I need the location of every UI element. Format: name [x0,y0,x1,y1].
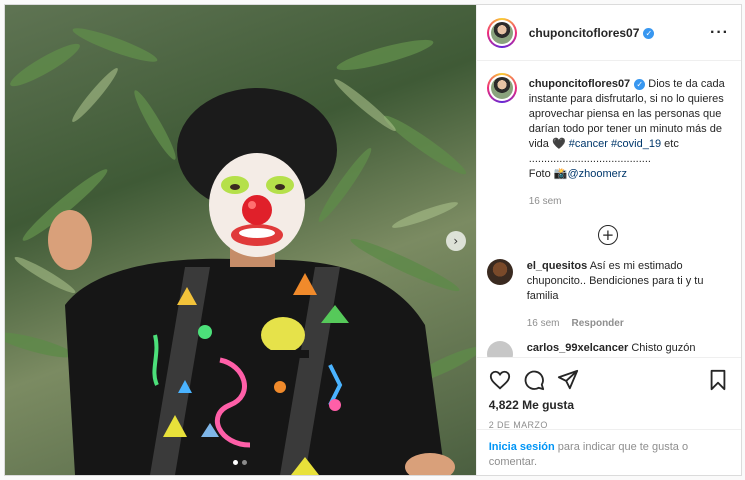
verified-icon: ✓ [634,78,646,90]
caption-avatar[interactable] [486,73,517,103]
like-count[interactable]: 4,822 Me gusta [489,398,729,412]
comment-body: carlos_99xelcancer Chisto guzón [527,341,696,357]
carousel-dot-2 [242,460,248,465]
author-avatar[interactable] [486,17,517,48]
action-icons [489,368,729,392]
clown-photo [5,28,476,475]
post-actions: 4,822 Me gusta 2 DE MARZO [476,357,741,430]
post-image[interactable]: › [5,5,476,475]
more-options-icon[interactable]: ··· [710,24,729,42]
reply-button[interactable]: Responder [572,318,624,329]
hashtag-covid[interactable]: #covid_19 [611,138,661,150]
comment-item: el_quesitos Así es mi estimado chuponcit… [486,259,729,331]
photo-credit-label: Foto 📸 [528,168,568,180]
shirt [65,258,445,475]
caption: chuponcitoflores07 ✓ Dios te da cada inst… [486,73,729,209]
commenter-username[interactable]: el_quesitos [527,260,588,272]
post-header: chuponcitoflores07 ✓ ··· [476,5,741,61]
login-prompt: Inicia sesión para indicar que te gusta … [476,429,741,475]
heart-icon[interactable] [489,369,511,391]
comment-text: Chisto guzón [631,342,696,354]
comments-section: chuponcitoflores07 ✓ Dios te da cada inst… [477,61,741,357]
bookmark-icon[interactable] [707,369,729,391]
black-heart-icon: 🖤 [551,138,566,150]
caption-body: chuponcitoflores07 ✓ Dios te da cada inst… [529,77,729,209]
comment-item: carlos_99xelcancer Chisto guzón [486,341,729,357]
load-more-comments[interactable]: + [487,225,729,245]
comment-time: 16 sem [526,318,560,329]
author-username[interactable]: chuponcitoflores07 ✓ [529,26,655,40]
carousel-dot-1 [233,460,239,465]
hashtag-cancer[interactable]: #cancer [569,138,608,150]
next-image-button[interactable]: › [445,231,466,251]
left-hand [48,210,92,270]
plus-circle-icon[interactable]: + [597,225,618,245]
instagram-post: › chuponcitoflores07 ✓ ··· chuponcitoflor… [4,4,742,476]
commenter-avatar[interactable] [486,341,513,357]
comment-body: el_quesitos Así es mi estimado chuponcit… [527,259,729,331]
mention-link[interactable]: @zhoomerz [567,168,626,180]
share-icon[interactable] [557,369,579,391]
login-link[interactable]: Inicia sesión [489,441,555,453]
carousel-indicator [5,460,476,465]
verified-icon: ✓ [643,27,655,39]
commenter-avatar[interactable] [486,259,513,285]
caption-username[interactable]: chuponcitoflores07 [529,78,630,90]
commenter-username[interactable]: carlos_99xelcancer [527,342,629,354]
caption-time: 16 sem [528,196,562,207]
red-nose [242,195,272,225]
post-side-panel: chuponcitoflores07 ✓ ··· chuponcitoflores… [475,5,741,475]
comment-icon[interactable] [523,369,545,391]
comment-meta: 16 sem Responder [527,316,729,331]
